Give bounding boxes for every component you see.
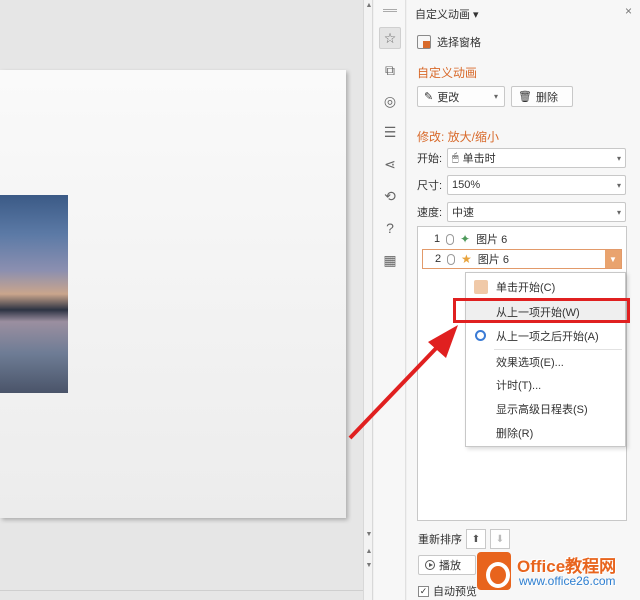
clock-icon — [475, 330, 486, 341]
mouse-icon — [446, 233, 454, 245]
help-icon[interactable]: ? — [379, 217, 401, 239]
slide-photo[interactable] — [0, 195, 68, 393]
menu-item-label: 单击开始(C) — [496, 282, 556, 294]
menu-item-advanced-timeline[interactable]: 显示高级日程表(S) — [466, 398, 625, 420]
chevron-down-icon: ▾ — [616, 153, 621, 163]
chevron-down-icon: ▾ — [616, 180, 621, 190]
autopreview-toggle[interactable]: ✓ 自动预览 — [418, 583, 477, 599]
delete-button[interactable]: 🗑 删除 — [511, 86, 573, 107]
apps-icon[interactable]: ▦ — [379, 249, 401, 271]
scroll-page-up-icon[interactable]: ▲ — [365, 548, 373, 555]
move-up-icon[interactable]: ⬆ — [466, 529, 486, 549]
item-dropdown-button[interactable]: ▼ — [605, 250, 621, 268]
animation-item-selected[interactable]: 2 ★ 图片 6 ▼ — [422, 249, 622, 269]
selection-pane-button[interactable]: 选择窗格 — [417, 34, 481, 50]
slide[interactable] — [0, 70, 346, 518]
vertical-scrollbar[interactable]: ▲ ▼ ▲ ▼ — [363, 0, 373, 600]
menu-item-label: 从上一项之后开始(A) — [496, 331, 599, 343]
slide-canvas[interactable] — [0, 0, 363, 600]
animation-icon[interactable]: ☆ — [379, 27, 401, 49]
animation-order: 2 — [435, 253, 442, 265]
menu-separator — [494, 349, 622, 350]
size-field: 尺寸: 150% ▾ — [417, 175, 626, 195]
menu-item-label: 删除(R) — [496, 428, 534, 440]
mouse-icon: 🖱 — [452, 151, 459, 164]
scroll-up-icon[interactable]: ▲ — [365, 2, 373, 9]
menu-item-effect-options[interactable]: 效果选项(E)... — [466, 351, 625, 373]
play-button[interactable]: 播放 — [418, 555, 476, 575]
move-down-icon[interactable]: ⬇ — [490, 529, 510, 549]
size-select[interactable]: 150% ▾ — [447, 175, 626, 195]
menu-item-label: 显示高级日程表(S) — [496, 404, 588, 416]
mouse-icon — [447, 253, 455, 265]
play-label: 播放 — [439, 560, 461, 572]
play-icon — [425, 560, 435, 570]
menu-item-start-on-click[interactable]: 单击开始(C) — [466, 276, 625, 298]
emphasis-effect-icon: ★ — [461, 252, 472, 266]
menu-item-timing[interactable]: 计时(T)... — [466, 374, 625, 396]
pencil-icon: ✎ — [424, 91, 434, 103]
size-label: 尺寸: — [417, 180, 443, 192]
canvas-divider — [0, 590, 363, 591]
properties-icon[interactable]: ☰ — [379, 121, 401, 143]
selection-pane-icon — [417, 35, 431, 49]
size-value: 150% — [452, 179, 481, 191]
change-label: 更改 — [437, 91, 460, 104]
autopreview-label: 自动预览 — [433, 586, 477, 598]
reorder-label: 重新排序 — [418, 534, 462, 546]
animation-label: 图片 6 — [476, 234, 508, 246]
delete-label: 删除 — [535, 91, 558, 104]
shape-icon[interactable]: ◎ — [379, 90, 401, 112]
panel-title[interactable]: 自定义动画 ▾ — [415, 6, 479, 22]
menu-item-after-previous[interactable]: 从上一项之后开始(A) — [466, 325, 625, 347]
speed-field: 速度: 中速 ▾ — [417, 202, 626, 222]
change-button[interactable]: ✎ 更改 ▾ — [417, 86, 505, 107]
scroll-page-down-icon[interactable]: ▼ — [365, 562, 373, 569]
entrance-effect-icon: ✦ — [460, 232, 471, 246]
chevron-down-icon: ▾ — [616, 207, 621, 217]
chevron-down-icon: ▾ — [493, 92, 498, 101]
animation-label: 图片 6 — [477, 254, 509, 266]
menu-item-delete[interactable]: 删除(R) — [466, 422, 625, 444]
speed-label: 速度: — [417, 207, 443, 219]
trash-icon: 🗑 — [518, 91, 532, 103]
history-icon[interactable]: ⟲ — [379, 185, 401, 207]
highlight-box — [453, 298, 630, 323]
start-label: 开始: — [417, 153, 443, 165]
modify-title: 修改: 放大/缩小 — [417, 130, 500, 144]
close-icon[interactable]: × — [625, 4, 632, 18]
speed-select[interactable]: 中速 ▾ — [447, 202, 626, 222]
selection-pane-label: 选择窗格 — [437, 37, 481, 49]
reorder-controls: 重新排序 ⬆ ⬇ — [418, 529, 510, 549]
start-select[interactable]: 🖱 单击时 ▾ — [447, 148, 626, 168]
menu-item-label: 效果选项(E)... — [496, 357, 564, 369]
speed-value: 中速 — [452, 207, 474, 219]
grip-handle[interactable] — [383, 9, 397, 12]
task-pane-iconbar: ☆ ⧉ ◎ ☰ ⋖ ⟲ ? ▦ — [374, 0, 406, 600]
watermark-url: www.office26.com — [519, 574, 616, 588]
start-value: 单击时 — [462, 153, 496, 165]
office-logo-icon — [477, 552, 511, 590]
scroll-down-icon[interactable]: ▼ — [365, 531, 373, 538]
watermark: Office教程网 www.office26.com — [473, 548, 635, 594]
animation-item[interactable]: 1 ✦ 图片 6 — [422, 229, 622, 249]
autopreview-checkbox[interactable]: ✓ — [418, 585, 429, 597]
mouse-icon — [474, 280, 488, 294]
start-field: 开始: 🖱 单击时 ▾ — [417, 148, 626, 168]
menu-item-label: 计时(T)... — [496, 380, 542, 392]
transition-icon[interactable]: ⧉ — [379, 59, 401, 81]
section-title: 自定义动画 — [417, 66, 478, 80]
animation-order: 1 — [434, 233, 441, 245]
share-icon[interactable]: ⋖ — [379, 153, 401, 175]
